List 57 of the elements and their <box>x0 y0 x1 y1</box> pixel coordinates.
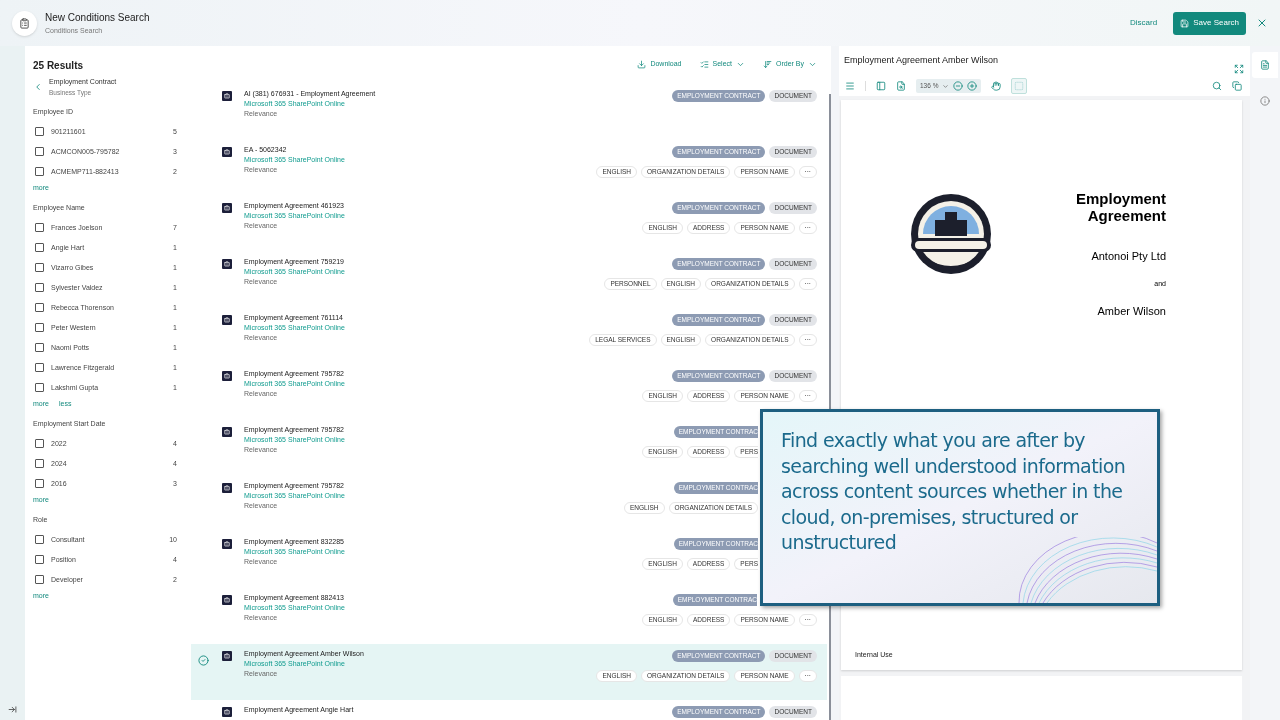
checkbox[interactable] <box>35 147 44 157</box>
document-heading: Employment Agreement <box>1075 190 1166 224</box>
briefcase-icon <box>224 709 230 715</box>
briefcase-icon <box>224 373 230 379</box>
selected-check-icon <box>198 655 209 666</box>
briefcase-icon <box>224 93 230 99</box>
checkbox[interactable] <box>35 479 44 489</box>
close-icon[interactable] <box>1256 17 1268 29</box>
checkbox[interactable] <box>35 343 44 353</box>
download-icon <box>637 59 647 69</box>
info-icon <box>1260 96 1270 106</box>
briefcase-icon <box>224 597 230 603</box>
clipboard-icon <box>19 17 30 29</box>
checkbox[interactable] <box>35 363 44 373</box>
party-name: Amber Wilson <box>1097 304 1166 319</box>
save-icon <box>1180 18 1190 28</box>
save-search-button[interactable]: Save Search <box>1173 11 1246 35</box>
callout-text: Find exactly what you are after by searching well understood information across content sources whether in the cloud, on-premises, structured or unstructured <box>780 428 1127 555</box>
checkbox[interactable] <box>35 223 44 233</box>
sidebar-icon[interactable] <box>876 81 886 91</box>
briefcase-icon <box>224 317 230 323</box>
results-count: 25 Results <box>33 59 85 73</box>
marquee-icon <box>1014 81 1025 91</box>
preview-title: Employment Agreement Amber Wilson <box>844 54 999 67</box>
copy-icon[interactable] <box>1232 81 1242 91</box>
checkbox[interactable] <box>35 383 44 393</box>
briefcase-icon <box>224 485 230 491</box>
checkbox[interactable] <box>35 243 44 253</box>
hand-icon[interactable] <box>991 81 1002 91</box>
briefcase-icon <box>224 149 230 155</box>
briefcase-icon <box>224 205 230 211</box>
select-icon <box>699 59 709 69</box>
briefcase-icon <box>224 261 230 267</box>
checkbox[interactable] <box>35 283 44 293</box>
expand-sidebar-icon[interactable] <box>8 705 17 714</box>
checkbox[interactable] <box>35 439 44 449</box>
order-icon <box>763 59 772 69</box>
checkbox[interactable] <box>35 555 44 565</box>
checkbox[interactable] <box>35 303 44 313</box>
briefcase-icon <box>224 429 230 435</box>
file-icon[interactable] <box>896 81 906 91</box>
briefcase-icon <box>224 653 230 659</box>
page-title: New Conditions Search <box>45 10 150 25</box>
briefcase-icon <box>224 541 230 547</box>
checkbox[interactable] <box>35 535 44 545</box>
expand-icon[interactable] <box>1234 64 1244 74</box>
document-icon <box>1260 60 1270 70</box>
checkbox[interactable] <box>35 127 44 137</box>
checkbox[interactable] <box>35 263 44 273</box>
checkbox[interactable] <box>35 167 44 177</box>
checkbox[interactable] <box>35 459 44 469</box>
company-name: Antonoi Pty Ltd <box>1091 249 1166 264</box>
checkbox[interactable] <box>35 575 44 585</box>
side-tab[interactable] <box>1252 52 1278 78</box>
discard-button[interactable]: Discard <box>1130 17 1158 29</box>
checkbox[interactable] <box>35 323 44 333</box>
search-icon[interactable] <box>1212 81 1222 91</box>
